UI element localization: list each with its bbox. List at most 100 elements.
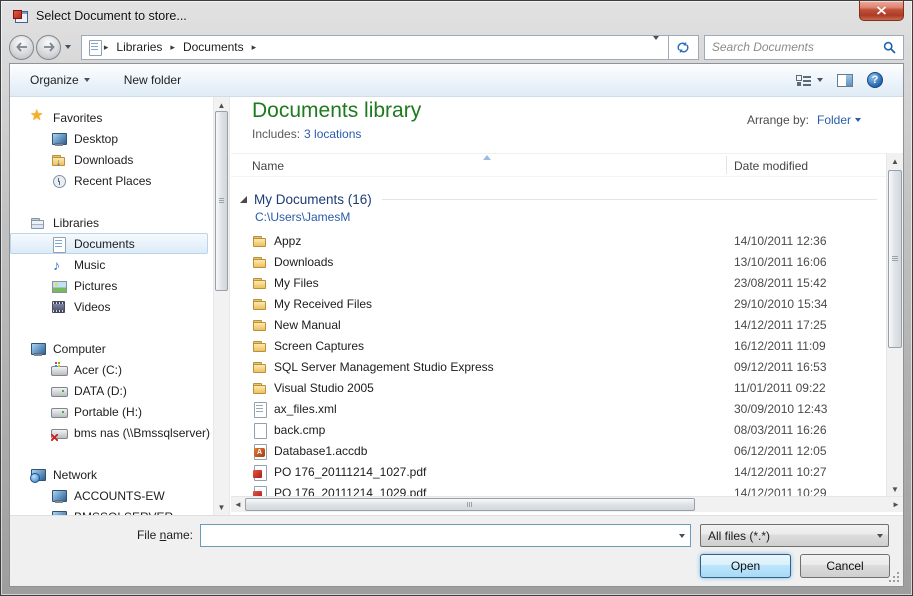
pictures-icon	[51, 278, 67, 294]
dialog-window: Select Document to store... ▸Libraries▸D…	[0, 0, 913, 596]
file-name-combobox[interactable]	[200, 524, 691, 547]
cancel-button[interactable]: Cancel	[800, 554, 890, 578]
sidebar-section-header-network[interactable]: Network	[10, 464, 211, 485]
sidebar-item-portable-h[interactable]: Portable (H:)	[10, 401, 208, 422]
file-row-new-manual[interactable]: New Manual 14/12/2011 17:25	[231, 314, 886, 335]
file-date-modified: 11/01/2011 09:22	[734, 381, 826, 395]
arrange-by-dropdown[interactable]: Folder	[817, 113, 861, 127]
file-name: back.cmp	[274, 423, 325, 437]
scroll-up-button[interactable]: ▲	[887, 153, 903, 169]
sidebar-section-header-libraries[interactable]: Libraries	[10, 212, 211, 233]
search-box[interactable]	[704, 35, 904, 60]
file-name: Screen Captures	[274, 339, 364, 353]
column-header-name[interactable]: Name	[252, 159, 284, 173]
file-row-po-176-20111214-1027-pdf[interactable]: PO 176_20111214_1027.pdf14/12/2011 10:27	[231, 461, 886, 482]
sidebar-item-videos[interactable]: Videos	[10, 296, 208, 317]
sidebar-item-music[interactable]: Music	[10, 254, 208, 275]
sidebar-item-recent-places[interactable]: Recent Places	[10, 170, 208, 191]
sidebar-item-pictures[interactable]: Pictures	[10, 275, 208, 296]
sidebar-item-acer-c[interactable]: Acer (C:)	[10, 359, 208, 380]
title-bar[interactable]: Select Document to store...	[1, 1, 912, 31]
sidebar-item-label: Recent Places	[74, 174, 151, 188]
scroll-down-button[interactable]: ▼	[887, 481, 903, 497]
file-type-dropdown[interactable]: All files (*.*)	[700, 524, 889, 547]
refresh-button[interactable]	[669, 35, 699, 60]
close-button[interactable]	[859, 1, 904, 21]
scroll-down-button[interactable]: ▼	[214, 499, 229, 515]
file-row-ax-files-xml[interactable]: ax_files.xml30/09/2010 12:43	[231, 398, 886, 419]
network-icon	[30, 467, 46, 483]
file-name: My Files	[274, 276, 319, 290]
file-row-appz[interactable]: Appz14/10/2011 12:36	[231, 230, 886, 251]
horizontal-scrollbar[interactable]: ◄ ►	[231, 496, 903, 512]
folder-icon	[252, 233, 268, 249]
file-date-modified: 29/10/2010 15:34	[734, 297, 827, 311]
organize-button[interactable]: Organize	[30, 73, 90, 87]
address-bar[interactable]: ▸Libraries▸Documents▸	[81, 35, 669, 60]
scrollbar-thumb[interactable]	[245, 498, 695, 511]
scrollbar-thumb[interactable]	[888, 170, 902, 348]
column-header-date-modified[interactable]: Date modified	[734, 159, 808, 173]
breadcrumb-item-documents[interactable]: Documents	[176, 37, 251, 58]
chevron-down-icon	[65, 45, 71, 49]
collapse-group-icon[interactable]	[240, 196, 247, 203]
vertical-scrollbar[interactable]: ▲ ▼	[886, 153, 903, 497]
sidebar-item-desktop[interactable]: Desktop	[10, 128, 208, 149]
file-row-database1-accdb[interactable]: Database1.accdb06/12/2011 12:05	[231, 440, 886, 461]
open-button[interactable]: Open	[700, 554, 791, 578]
sidebar-item-bmssqlserver[interactable]: BMSSQLSERVER	[10, 506, 208, 515]
change-view-button[interactable]	[796, 74, 823, 86]
folder-icon	[252, 317, 268, 333]
file-date-modified: 14/12/2011 17:25	[734, 318, 827, 332]
file-row-back-cmp[interactable]: back.cmp08/03/2011 16:26	[231, 419, 886, 440]
file-row-visual-studio-2005[interactable]: Visual Studio 200511/01/2011 09:22	[231, 377, 886, 398]
address-dropdown-button[interactable]	[653, 40, 663, 54]
sidebar-item-data-d[interactable]: DATA (D:)	[10, 380, 208, 401]
scrollbar-thumb[interactable]	[215, 111, 228, 291]
file-row-my-received-files[interactable]: My Received Files 29/10/2010 15:34	[231, 293, 886, 314]
sidebar-item-label: Pictures	[74, 279, 117, 293]
sidebar-section-header-favorites[interactable]: Favorites	[10, 107, 211, 128]
locations-link[interactable]: 3 locations	[304, 127, 361, 141]
sidebar-item-documents[interactable]: Documents	[10, 233, 208, 254]
sidebar-item-accounts-ew[interactable]: ACCOUNTS-EW	[10, 485, 208, 506]
sidebar-item-downloads[interactable]: Downloads	[10, 149, 208, 170]
file-name: Appz	[274, 234, 301, 248]
back-button[interactable]	[9, 35, 34, 60]
help-button[interactable]: ?	[867, 72, 883, 88]
column-header-row: Name Date modified	[231, 153, 886, 177]
search-input[interactable]	[712, 40, 883, 54]
sidebar-section-header-computer[interactable]: Computer	[10, 338, 211, 359]
page-title: Documents library	[252, 99, 421, 123]
file-type-dropdown-button[interactable]	[871, 525, 888, 546]
file-name-dropdown-button[interactable]	[673, 525, 690, 546]
file-list-pane: Documents library Includes:3 locations A…	[231, 97, 903, 515]
scroll-left-button[interactable]: ◄	[231, 497, 245, 512]
breadcrumb-separator-icon: ▸	[251, 42, 258, 53]
file-row-downloads[interactable]: Downloads13/10/2011 16:06	[231, 251, 886, 272]
group-header[interactable]: My Documents (16)	[240, 189, 877, 209]
file-row-screen-captures[interactable]: Screen Captures16/12/2011 11:09	[231, 335, 886, 356]
back-arrow-icon	[16, 42, 28, 52]
drive-icon	[51, 383, 67, 399]
column-separator[interactable]	[726, 156, 727, 174]
recent-pages-dropdown[interactable]	[61, 45, 75, 49]
preview-pane-button[interactable]	[837, 74, 853, 87]
file-name: New Manual	[274, 318, 341, 332]
xml-file-icon	[252, 401, 268, 417]
folder-icon	[252, 359, 268, 375]
file-name: My Received Files	[274, 297, 372, 311]
includes-line: Includes:3 locations	[252, 127, 361, 141]
forward-button[interactable]	[36, 35, 61, 60]
file-name-input[interactable]	[201, 525, 673, 546]
breadcrumb-item-libraries[interactable]: Libraries	[109, 37, 169, 58]
new-folder-button[interactable]: New folder	[124, 73, 181, 87]
sidebar-scrollbar[interactable]: ▲ ▼	[213, 97, 230, 515]
sidebar-item-bms-nas-bmssqlserver-m[interactable]: bms nas (\\Bmssqlserver) (M	[10, 422, 208, 443]
new-folder-label: New folder	[124, 73, 181, 87]
file-row-po-176-20111214-1029-pdf[interactable]: PO 176_20111214_1029.pdf14/12/2011 10:29	[231, 482, 886, 497]
scroll-right-button[interactable]: ►	[889, 497, 903, 512]
file-row-my-files[interactable]: My Files23/08/2011 15:42	[231, 272, 886, 293]
file-row-sql-server-management-studio-express[interactable]: SQL Server Management Studio Express09/1…	[231, 356, 886, 377]
resize-grip[interactable]	[889, 572, 900, 583]
